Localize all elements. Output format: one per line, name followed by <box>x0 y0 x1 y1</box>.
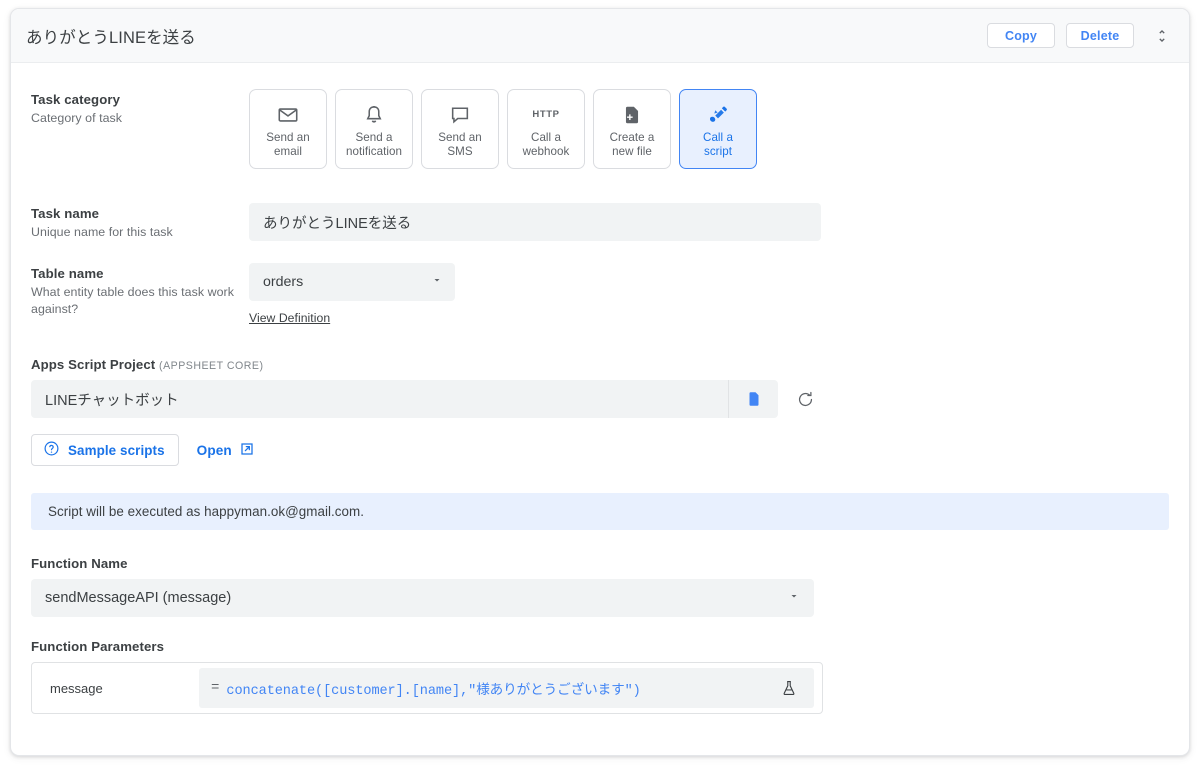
function-parameters-label: Function Parameters <box>31 639 165 654</box>
open-link[interactable]: Open <box>189 441 263 460</box>
function-parameters-table: message = concatenate([customer].[name],… <box>31 662 823 714</box>
apps-script-buttons: Sample scripts Open <box>31 434 1169 466</box>
function-name-label: Function Name <box>31 556 128 571</box>
http-label: HTTP <box>532 109 560 120</box>
speech-bubble-icon <box>449 102 471 128</box>
tile-call-a-script[interactable]: Call a script <box>679 89 757 169</box>
sample-scripts-label: Sample scripts <box>68 442 165 458</box>
table-name-row: Table name What entity table does this t… <box>11 263 1189 327</box>
refresh-icon[interactable] <box>792 386 818 412</box>
task-category-field: Send an email Send a notification Send a… <box>249 89 1169 169</box>
document-icon[interactable] <box>728 380 778 418</box>
equals-sign: = <box>211 680 220 696</box>
apps-script-project-section: Apps Script Project (APPSHEET CORE) LINE… <box>11 357 1189 466</box>
task-category-label-group: Task category Category of task <box>31 89 249 169</box>
task-name-row: Task name Unique name for this task ありがと… <box>11 203 1189 241</box>
tile-label: Call a script <box>703 130 733 158</box>
apps-script-project-title: Apps Script Project <box>31 357 156 372</box>
task-category-label: Task category <box>31 92 121 107</box>
task-name-label-group: Task name Unique name for this task <box>31 203 249 241</box>
function-parameters-section: Function Parameters message = concatenat… <box>11 639 1189 714</box>
tile-label: Call a webhook <box>522 130 570 158</box>
chevron-down-icon <box>788 590 800 606</box>
apps-script-project-label: Apps Script Project (APPSHEET CORE) <box>31 357 1169 372</box>
apps-script-project-hint: (APPSHEET CORE) <box>159 360 264 372</box>
sample-scripts-button[interactable]: Sample scripts <box>31 434 179 466</box>
task-name-field: ありがとうLINEを送る <box>249 203 1169 241</box>
tile-send-an-sms[interactable]: Send an SMS <box>421 89 499 169</box>
tile-send-a-notification[interactable]: Send a notification <box>335 89 413 169</box>
table-name-value: orders <box>263 274 304 290</box>
apps-script-project-value: LINEチャットボット <box>45 392 179 409</box>
function-name-section: Function Name sendMessageAPI (message) <box>11 556 1189 617</box>
tile-label: Create a new file <box>609 130 655 158</box>
card-header: ありがとうLINEを送る Copy Delete <box>11 9 1189 63</box>
function-name-select[interactable]: sendMessageAPI (message) <box>31 579 814 617</box>
task-category-row: Task category Category of task Send an em… <box>11 89 1189 169</box>
parameter-formula-input[interactable]: = concatenate([customer].[name],"様ありがとうご… <box>199 668 814 708</box>
tile-label: Send an email <box>266 130 310 158</box>
task-editor-card: ありがとうLINEを送る Copy Delete Task category C… <box>10 8 1190 756</box>
table-name-label-group: Table name What entity table does this t… <box>31 263 249 327</box>
parameter-name: message <box>50 680 103 696</box>
function-name-value: sendMessageAPI (message) <box>45 590 232 606</box>
table-name-label: Table name <box>31 266 104 281</box>
task-name-input[interactable]: ありがとうLINEを送る <box>249 203 821 241</box>
file-plus-icon <box>621 102 643 128</box>
tile-create-a-new-file[interactable]: Create a new file <box>593 89 671 169</box>
script-icon <box>707 102 730 128</box>
card-body: Task category Category of task Send an em… <box>11 63 1189 755</box>
chevron-down-icon <box>431 274 443 290</box>
open-label: Open <box>196 442 232 458</box>
copy-button[interactable]: Copy <box>987 23 1055 48</box>
task-category-description: Category of task <box>31 111 123 125</box>
task-name-description: Unique name for this task <box>31 225 173 239</box>
table-name-select[interactable]: orders <box>249 263 455 301</box>
execution-account-banner: Script will be executed as happyman.ok@g… <box>31 493 1169 530</box>
tile-call-a-webhook[interactable]: HTTP Call a webhook <box>507 89 585 169</box>
tile-label: Send an SMS <box>438 130 482 158</box>
page-title: ありがとうLINEを送る <box>26 28 196 47</box>
apps-script-field-wrap: LINEチャットボット <box>31 380 1169 418</box>
view-definition-link[interactable]: View Definition <box>249 311 330 325</box>
flask-icon[interactable] <box>774 673 804 703</box>
http-text-icon: HTTP <box>532 102 559 128</box>
external-link-icon <box>239 441 255 460</box>
task-name-label: Task name <box>31 206 100 221</box>
task-category-tiles: Send an email Send a notification Send a… <box>249 89 1169 169</box>
unfold-more-icon[interactable] <box>1149 23 1175 49</box>
tile-send-an-email[interactable]: Send an email <box>249 89 327 169</box>
bell-icon <box>363 102 385 128</box>
parameter-formula-text: concatenate([customer].[name],"様ありがとうござい… <box>226 683 641 699</box>
apps-script-project-input[interactable]: LINEチャットボット <box>31 380 778 418</box>
help-circle-icon <box>43 440 60 460</box>
delete-button[interactable]: Delete <box>1066 23 1134 48</box>
table-name-field: orders View Definition <box>249 263 1169 327</box>
header-actions: Copy Delete <box>987 23 1175 49</box>
table-name-description: What entity table does this task work ag… <box>31 285 234 316</box>
envelope-icon <box>277 102 299 128</box>
tile-label: Send a notification <box>345 130 403 158</box>
